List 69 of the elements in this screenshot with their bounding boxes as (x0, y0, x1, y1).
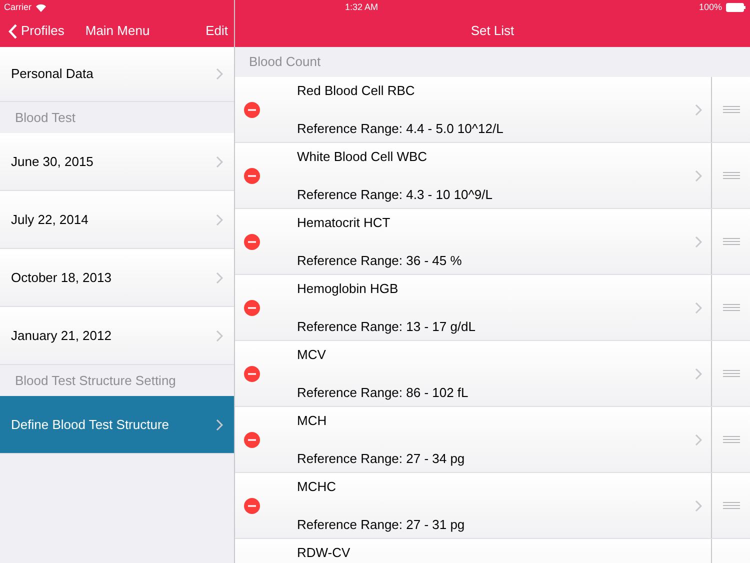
chevron-icon (216, 418, 223, 430)
test-name: MCHC (297, 478, 337, 496)
battery-icon (726, 3, 746, 12)
carrier-label: Carrier (4, 0, 32, 14)
chevron-icon (216, 68, 223, 80)
test-row[interactable]: Red Blood Cell RBC Reference Range: 4.4 - 5.0 10^12/L (235, 77, 750, 143)
reference-range: Reference Range: 13 - 17 g/dL (297, 318, 477, 336)
drag-handle-icon[interactable] (722, 436, 740, 443)
chevron-icon (216, 156, 223, 168)
wifi-icon (36, 4, 46, 12)
test-row[interactable]: MCV Reference Range: 86 - 102 fL (235, 341, 750, 407)
test-name: RDW-CV (297, 544, 352, 562)
delete-icon[interactable] (244, 300, 260, 316)
chevron-icon (695, 368, 702, 380)
battery-label: 100% (698, 0, 722, 14)
test-name: Hemoglobin HGB (297, 280, 400, 298)
drag-handle-icon[interactable] (722, 238, 740, 245)
test-name: Hematocrit HCT (297, 214, 392, 232)
drag-handle-icon[interactable] (722, 106, 740, 113)
test-row[interactable]: RDW-CV (235, 539, 750, 563)
chevron-icon (216, 330, 223, 342)
delete-icon[interactable] (244, 432, 260, 448)
drag-handle-icon[interactable] (722, 502, 740, 509)
delete-icon[interactable] (244, 498, 260, 514)
drag-handle-icon[interactable] (722, 370, 740, 377)
test-row[interactable]: Hemoglobin HGB Reference Range: 13 - 17 g/dL (235, 275, 750, 341)
nav-title: Main Menu (85, 22, 150, 40)
chevron-icon (695, 236, 702, 248)
chevron-icon (216, 272, 223, 284)
chevron-icon (695, 170, 702, 182)
test-name: MCV (297, 346, 327, 364)
chevron-icon (695, 434, 702, 446)
chevron-icon (216, 214, 223, 226)
test-row[interactable]: MCHC Reference Range: 27 - 31 pg (235, 473, 750, 539)
chevron-icon (695, 302, 702, 314)
nav-title: Set List (470, 22, 514, 40)
menu-item[interactable]: June 30, 2015 (0, 133, 234, 191)
edit-button[interactable]: Edit (206, 21, 228, 41)
test-row[interactable]: MCH Reference Range: 27 - 34 pg (235, 407, 750, 473)
reference-range: Reference Range: 4.4 - 5.0 10^12/L (297, 120, 504, 138)
drag-handle-icon[interactable] (722, 304, 740, 311)
section-header: Blood Test Structure Setting (15, 372, 176, 390)
test-name: Red Blood Cell RBC (297, 82, 416, 100)
delete-icon[interactable] (244, 168, 260, 184)
reference-range: Reference Range: 36 - 45 % (297, 252, 463, 270)
test-row[interactable]: Hematocrit HCT Reference Range: 36 - 45 % (235, 209, 750, 275)
reference-range: Reference Range: 86 - 102 fL (297, 384, 470, 402)
reference-range: Reference Range: 27 - 31 pg (297, 516, 466, 534)
delete-icon[interactable] (244, 234, 260, 250)
test-name: MCH (297, 412, 328, 430)
back-button[interactable]: Profiles (8, 21, 64, 41)
test-row[interactable]: White Blood Cell WBC Reference Range: 4.3 - 10 10^9/L (235, 143, 750, 209)
delete-icon[interactable] (244, 102, 260, 118)
section-header: Blood Count (249, 53, 321, 72)
chevron-icon (695, 500, 702, 512)
chevron-icon (695, 104, 702, 116)
test-name: White Blood Cell WBC (297, 148, 428, 166)
reference-range: Reference Range: 4.3 - 10 10^9/L (297, 186, 494, 204)
menu-item[interactable]: Define Blood Test Structure (0, 396, 234, 454)
time-label: 1:32 AM (345, 0, 378, 14)
back-chevron-icon (8, 24, 17, 38)
menu-item[interactable]: Personal Data (0, 47, 234, 102)
menu-item[interactable]: January 21, 2012 (0, 307, 234, 365)
section-header: Blood Test (15, 108, 76, 127)
menu-item[interactable]: October 18, 2013 (0, 249, 234, 307)
reference-range: Reference Range: 27 - 34 pg (297, 450, 466, 468)
menu-item[interactable]: July 22, 2014 (0, 191, 234, 249)
drag-handle-icon[interactable] (722, 172, 740, 179)
delete-icon[interactable] (244, 366, 260, 382)
